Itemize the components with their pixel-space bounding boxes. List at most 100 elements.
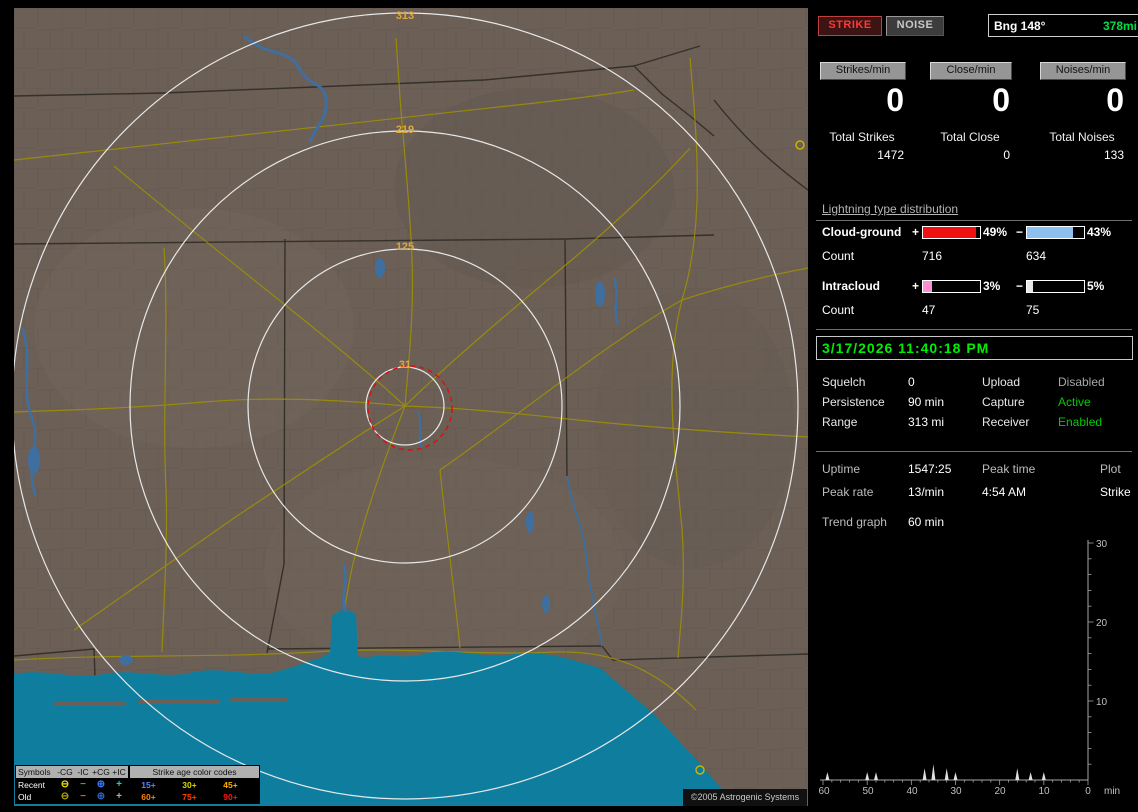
legend-col-pcg: +CG — [92, 767, 110, 777]
pos-cg-symbol-icon: ⊕ — [96, 779, 106, 790]
copyright-label: ©2005 Astrogenic Systems — [683, 789, 807, 806]
strikes-per-min-value: 0 — [886, 82, 904, 118]
neg-ic-symbol-icon: − — [80, 791, 86, 802]
total-close-value: 0 — [1003, 148, 1010, 162]
y-tick-label: 20 — [1096, 618, 1108, 629]
ring-label-219: 219 — [396, 124, 414, 136]
age-code: 30+ — [182, 780, 197, 790]
y-tick-label: 30 — [1096, 539, 1108, 550]
legend-symbols-title: Symbols — [18, 767, 51, 777]
strikes-per-min-button[interactable]: Strikes/min — [820, 62, 906, 80]
datetime-display: 3/17/2026 11:40:18 PM — [816, 336, 1133, 360]
x-tick-label: 0 — [1085, 786, 1091, 797]
x-tick-label: 50 — [862, 786, 874, 797]
upload-label: Upload — [982, 375, 1021, 389]
peak-rate-value: 13/min — [908, 485, 945, 499]
uptime-label: Uptime — [822, 462, 861, 476]
ic-minus-count: 75 — [1026, 303, 1040, 317]
receiver-label: Receiver — [982, 415, 1030, 429]
x-tick-label: 10 — [1038, 786, 1050, 797]
app-window: 313 219 125 31 Symbols -CG -IC +CG +IC S… — [0, 0, 1138, 812]
squelch-value: 0 — [908, 375, 915, 389]
total-strikes-label: Total Strikes — [829, 130, 895, 144]
pos-ic-symbol-icon: + — [116, 779, 122, 790]
plus-sign: + — [912, 225, 920, 239]
receiver-status: Enabled — [1058, 415, 1103, 429]
map-view[interactable]: 313 219 125 31 Symbols -CG -IC +CG +IC S… — [14, 8, 808, 806]
ic-plus-pct: 3% — [983, 279, 1001, 293]
strike-button[interactable]: STRIKE — [818, 16, 882, 36]
x-tick-label: 60 — [818, 786, 830, 797]
total-noises-label: Total Noises — [1049, 130, 1115, 144]
cg-plus-bar — [922, 226, 981, 239]
noise-button[interactable]: NOISE — [886, 16, 944, 36]
ring-label-31: 31 — [399, 359, 411, 371]
distribution-title: Lightning type distribution — [822, 202, 959, 216]
divider — [816, 451, 1132, 452]
cloud-ground-label: Cloud-ground — [822, 225, 902, 239]
range-label: Range — [822, 415, 858, 429]
neg-cg-symbol-icon: ⊖ — [60, 791, 70, 802]
upload-status: Disabled — [1058, 375, 1105, 389]
minus-sign: − — [1016, 279, 1024, 293]
ring-label-313: 313 — [396, 10, 414, 22]
cg-minus-bar-fill — [1027, 227, 1073, 238]
ic-minus-bar-fill — [1027, 281, 1033, 292]
control-panel: STRIKE NOISE Bng 148° 378mi Strikes/min … — [816, 8, 1138, 806]
noises-per-min-value: 0 — [1106, 82, 1124, 118]
plot-label: Plot — [1100, 462, 1121, 476]
legend-row-label: Recent — [18, 780, 45, 790]
intracloud-label: Intracloud — [822, 279, 881, 293]
divider — [816, 329, 1132, 330]
divider — [816, 220, 1132, 221]
strike-legend: Symbols -CG -IC +CG +IC Strike age color… — [15, 765, 260, 804]
ic-plus-bar-fill — [923, 281, 933, 292]
cg-plus-pct: 49% — [983, 225, 1008, 239]
total-close-label: Total Close — [940, 130, 1000, 144]
capture-status: Active — [1058, 395, 1091, 409]
ring-label-125: 125 — [396, 241, 414, 253]
cg-minus-bar — [1026, 226, 1085, 239]
squelch-label: Squelch — [822, 375, 866, 389]
ic-minus-pct: 5% — [1087, 279, 1105, 293]
age-code: 60+ — [141, 792, 156, 802]
persistence-label: Persistence — [822, 395, 885, 409]
legend-row-label: Old — [18, 792, 32, 802]
persistence-value: 90 min — [908, 395, 945, 409]
y-tick-label: 10 — [1096, 697, 1108, 708]
ic-minus-bar — [1026, 280, 1085, 293]
trend-series — [822, 542, 1094, 785]
peak-time-value: 4:54 AM — [982, 485, 1027, 499]
peak-time-label: Peak time — [982, 462, 1036, 476]
close-per-min-button[interactable]: Close/min — [930, 62, 1012, 80]
noises-per-min-button[interactable]: Noises/min — [1040, 62, 1126, 80]
plus-sign: + — [912, 279, 920, 293]
x-tick-label: 40 — [906, 786, 918, 797]
cg-plus-count: 716 — [922, 249, 943, 263]
cg-minus-count: 634 — [1026, 249, 1047, 263]
close-per-min-value: 0 — [992, 82, 1010, 118]
legend-row-old: Old ⊖ − ⊕ + 60+ 75+ 90+ — [16, 791, 259, 803]
age-code: 75+ — [182, 792, 197, 802]
age-code: 15+ — [141, 780, 156, 790]
peak-rate-label: Peak rate — [822, 485, 874, 499]
trend-graph: 30 20 10 60 50 40 30 20 10 0 min — [818, 539, 1120, 797]
capture-label: Capture — [982, 395, 1025, 409]
x-axis-unit-label: min — [1104, 786, 1120, 797]
neg-cg-symbol-icon: ⊖ — [60, 779, 70, 790]
plot-mode-value: Strike — [1100, 485, 1131, 499]
bearing-display: Bng 148° 378mi — [988, 14, 1138, 37]
minus-sign: − — [1016, 225, 1024, 239]
ic-plus-bar — [922, 280, 981, 293]
legend-col-pic: +IC — [112, 767, 126, 777]
legend-row-recent: Recent ⊖ − ⊕ + 15+ 30+ 45+ — [16, 779, 259, 791]
cg-minus-pct: 43% — [1087, 225, 1112, 239]
x-tick-label: 20 — [994, 786, 1006, 797]
legend-age-title: Strike age color codes — [130, 766, 259, 778]
range-value: 313 mi — [908, 415, 945, 429]
x-tick-label: 30 — [950, 786, 962, 797]
neg-ic-symbol-icon: − — [80, 779, 86, 790]
total-strikes-value: 1472 — [877, 148, 904, 162]
trend-graph-label: Trend graph — [822, 515, 887, 529]
legend-col-nic: -IC — [77, 767, 89, 777]
